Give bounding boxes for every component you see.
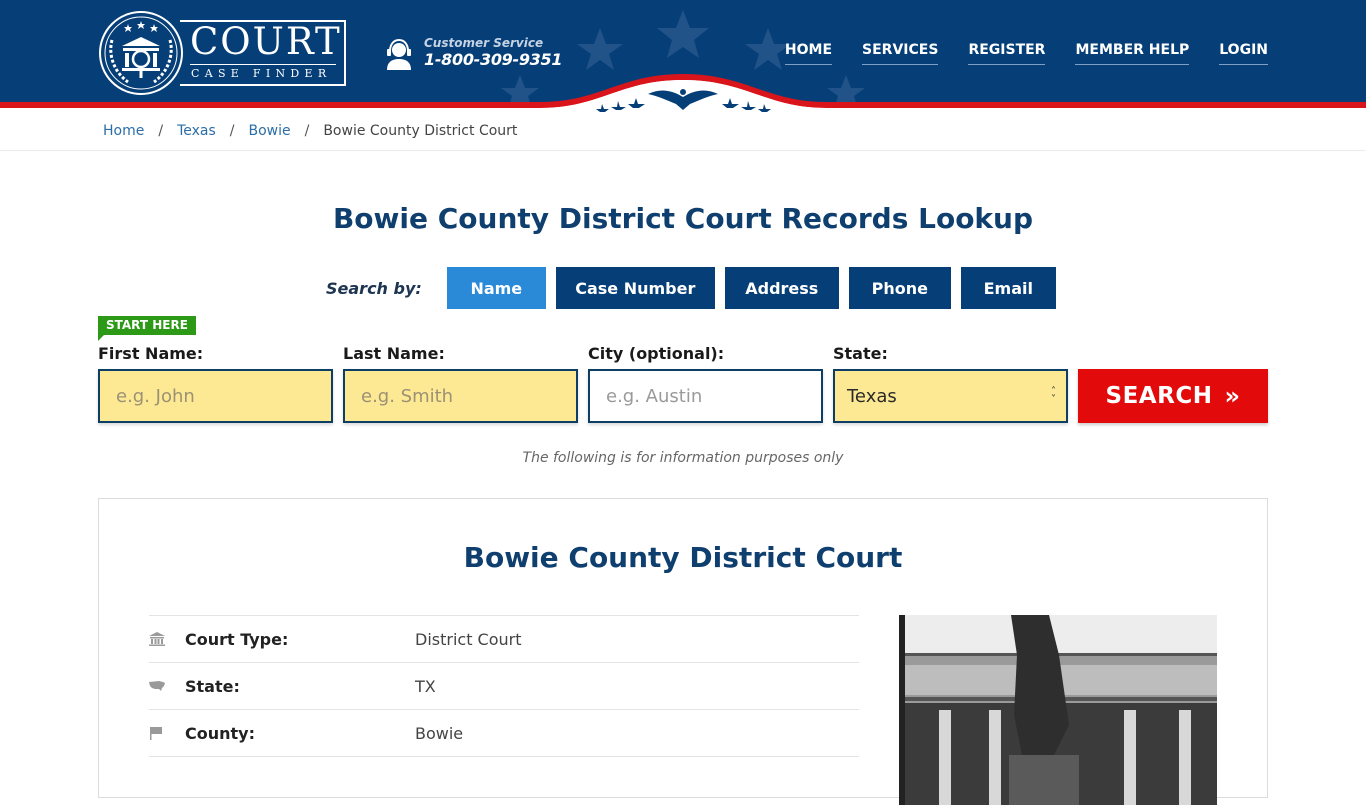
detail-row: State: TX bbox=[149, 662, 859, 709]
city-field: City (optional): e.g. Austin bbox=[588, 344, 823, 423]
first-name-field: First Name: e.g. John bbox=[98, 344, 333, 423]
court-details: Court Type: District Court State: TX Cou… bbox=[149, 615, 859, 757]
courthouse-photo bbox=[899, 615, 1217, 805]
city-label: City (optional): bbox=[588, 344, 725, 363]
start-here-badge: START HERE bbox=[98, 316, 196, 341]
nav-login[interactable]: LOGIN bbox=[1219, 40, 1268, 65]
search-by-label: Search by: bbox=[326, 278, 422, 298]
first-name-input[interactable]: e.g. John bbox=[98, 369, 333, 423]
tab-case-number[interactable]: Case Number bbox=[555, 267, 715, 309]
detail-row: County: Bowie bbox=[149, 709, 859, 756]
info-note: The following is for information purpose… bbox=[522, 450, 844, 466]
main-nav: HOME SERVICES REGISTER MEMBER HELP LOGIN bbox=[784, 40, 1268, 65]
logo-subtitle: CASE FINDER bbox=[191, 67, 332, 80]
site-logo[interactable]: COURT CASE FINDER bbox=[98, 10, 348, 96]
customer-service-phone[interactable]: 1-800-309-9351 bbox=[424, 50, 562, 69]
customer-service-label: Customer Service bbox=[424, 36, 544, 50]
search-button[interactable]: SEARCH » bbox=[1078, 369, 1268, 423]
breadcrumb-current: Bowie County District Court bbox=[323, 123, 518, 139]
detail-key: County: bbox=[185, 723, 255, 743]
state-selected-value: Texas bbox=[847, 385, 897, 407]
site-header: COURT CASE FINDER Customer Service 1-800… bbox=[0, 0, 1366, 112]
last-name-input[interactable]: e.g. Smith bbox=[343, 369, 578, 423]
state-label: State: bbox=[833, 344, 888, 363]
detail-key: Court Type: bbox=[185, 629, 289, 649]
detail-value: District Court bbox=[415, 629, 522, 649]
state-select[interactable]: Texas ˄ ˅ bbox=[833, 369, 1068, 423]
court-card: Bowie County District Court Court Type: … bbox=[98, 498, 1268, 805]
state-field: State: Texas ˄ ˅ bbox=[833, 344, 1068, 423]
breadcrumb-bowie[interactable]: Bowie bbox=[248, 121, 290, 141]
nav-member-help[interactable]: MEMBER HELP bbox=[1075, 40, 1190, 65]
courthouse-icon bbox=[149, 632, 185, 646]
nav-home[interactable]: HOME bbox=[784, 40, 833, 65]
courthouse-badge-icon bbox=[99, 11, 183, 95]
divider bbox=[0, 150, 1366, 151]
usa-map-icon bbox=[149, 680, 185, 692]
tab-phone[interactable]: Phone bbox=[848, 267, 951, 309]
double-chevron-right-icon: » bbox=[1224, 382, 1241, 410]
select-updown-icon: ˄ ˅ bbox=[1051, 386, 1056, 405]
detail-value: TX bbox=[415, 676, 436, 696]
search-button-label: SEARCH bbox=[1105, 383, 1213, 409]
tab-name[interactable]: Name bbox=[446, 267, 546, 309]
page-title: Bowie County District Court Records Look… bbox=[332, 202, 1034, 235]
breadcrumb: Home / Texas / Bowie / Bowie County Dist… bbox=[103, 121, 518, 141]
court-title: Bowie County District Court bbox=[463, 541, 903, 574]
city-input[interactable]: e.g. Austin bbox=[588, 369, 823, 423]
search-by-tabs: Search by: Name Case Number Address Phon… bbox=[326, 267, 1066, 309]
star-decoration bbox=[657, 10, 709, 58]
detail-row: Court Type: District Court bbox=[149, 615, 859, 662]
nav-services[interactable]: SERVICES bbox=[862, 40, 939, 65]
tab-address[interactable]: Address bbox=[724, 267, 839, 309]
first-name-label: First Name: bbox=[98, 344, 204, 363]
detail-key: State: bbox=[185, 676, 240, 696]
nav-register[interactable]: REGISTER bbox=[968, 40, 1046, 65]
tab-email[interactable]: Email bbox=[960, 267, 1056, 309]
detail-value: Bowie bbox=[415, 723, 464, 743]
flag-icon bbox=[149, 726, 185, 740]
breadcrumb-texas[interactable]: Texas bbox=[177, 121, 216, 141]
last-name-field: Last Name: e.g. Smith bbox=[343, 344, 578, 423]
star-decoration bbox=[577, 28, 623, 70]
breadcrumb-home[interactable]: Home bbox=[103, 121, 144, 141]
headset-support-icon bbox=[387, 38, 411, 70]
logo-title: COURT bbox=[190, 20, 342, 63]
last-name-label: Last Name: bbox=[343, 344, 445, 363]
